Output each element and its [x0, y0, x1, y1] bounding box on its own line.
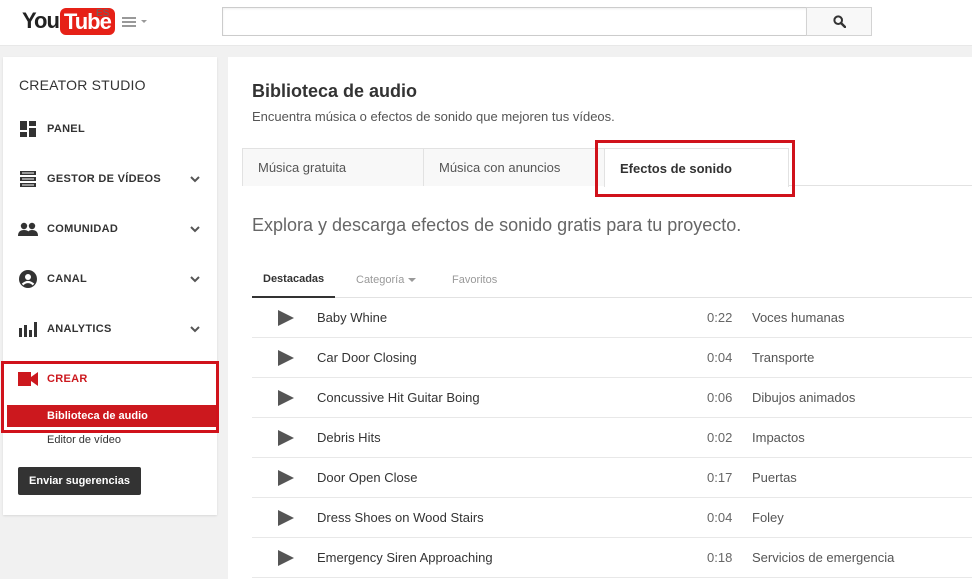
send-feedback-button[interactable]: Enviar sugerencias [18, 467, 141, 495]
guide-menu-button[interactable] [122, 14, 148, 30]
track-category: Impactos [752, 430, 805, 445]
country-code: ES [96, 8, 110, 19]
subtab-category[interactable]: Categoría [356, 261, 417, 298]
track-duration: 0:17 [707, 470, 733, 485]
community-icon [18, 219, 38, 239]
track-duration: 0:04 [707, 350, 733, 365]
list-item[interactable]: Baby Whine 0:22 Voces humanas [252, 298, 972, 338]
audio-library-tabs: Música gratuita Música con anuncios Efec… [242, 148, 972, 187]
sidebar-subitem-label: Biblioteca de audio [47, 410, 148, 422]
track-duration: 0:18 [707, 550, 733, 565]
search-icon [832, 15, 846, 28]
sidebar-item-channel[interactable]: CANAL [3, 264, 217, 294]
sidebar-item-video-manager[interactable]: GESTOR DE VÍDEOS [3, 164, 217, 194]
list-item[interactable]: Door Open Close 0:17 Puertas [252, 458, 972, 498]
play-icon[interactable] [278, 310, 294, 326]
analytics-icon [18, 319, 38, 339]
subtab-favorites[interactable]: Favoritos [452, 261, 497, 298]
chevron-down-icon[interactable] [189, 223, 201, 235]
camera-icon [18, 369, 38, 389]
sidebar-subitem-audio-library[interactable]: Biblioteca de audio [7, 405, 217, 427]
tab-free-music[interactable]: Música gratuita [242, 148, 424, 186]
sidebar-item-panel[interactable]: PANEL [3, 114, 217, 144]
subtab-category-label: Categoría [356, 273, 405, 286]
track-duration: 0:06 [707, 390, 733, 405]
list-item[interactable]: Concussive Hit Guitar Boing 0:06 Dibujos… [252, 378, 972, 418]
list-item[interactable]: Car Door Closing 0:04 Transporte [252, 338, 972, 378]
track-category: Voces humanas [752, 310, 845, 325]
list-item[interactable]: Debris Hits 0:02 Impactos [252, 418, 972, 458]
caret-down-icon [141, 20, 147, 23]
sidebar-item-create[interactable]: CREAR [3, 364, 217, 394]
search-input[interactable] [222, 7, 807, 36]
sound-effects-list: Baby Whine 0:22 Voces humanas Car Door C… [252, 298, 972, 578]
sidebar-item-label: ANALYTICS [47, 323, 112, 335]
list-item[interactable]: Emergency Siren Approaching 0:18 Servici… [252, 538, 972, 578]
sidebar-item-label: PANEL [47, 123, 85, 135]
creator-studio-title[interactable]: CREATOR STUDIO [19, 77, 146, 93]
sidebar-item-label: GESTOR DE VÍDEOS [47, 173, 162, 185]
sidebar-subitem-video-editor[interactable]: Editor de vídeo [7, 429, 217, 451]
track-title: Debris Hits [317, 430, 381, 445]
logo-you-text: You [22, 8, 60, 33]
filter-subtabs: Destacadas Categoría Favoritos [252, 261, 972, 298]
sidebar-item-label: COMUNIDAD [47, 223, 119, 235]
track-title: Baby Whine [317, 310, 388, 325]
play-icon[interactable] [278, 510, 294, 526]
sidebar-item-label: CANAL [47, 273, 87, 285]
page-title: Biblioteca de audio [252, 81, 418, 101]
play-icon[interactable] [278, 350, 294, 366]
track-title: Dress Shoes on Wood Stairs [317, 510, 484, 525]
track-duration: 0:04 [707, 510, 733, 525]
video-manager-icon [18, 169, 38, 189]
play-icon[interactable] [278, 390, 294, 406]
sidebar-item-label: CREAR [47, 373, 88, 385]
creator-studio-sidebar: CREATOR STUDIO PANEL GESTOR DE VÍDEOS CO… [3, 57, 217, 515]
track-title: Concussive Hit Guitar Boing [317, 390, 480, 405]
channel-icon [18, 269, 38, 289]
track-duration: 0:22 [707, 310, 733, 325]
sidebar-item-analytics[interactable]: ANALYTICS [3, 314, 217, 344]
track-duration: 0:02 [707, 430, 733, 445]
track-category: Foley [752, 510, 784, 525]
chevron-down-icon[interactable] [189, 323, 201, 335]
chevron-down-icon[interactable] [189, 173, 201, 185]
track-category: Dibujos animados [752, 390, 856, 405]
search-button[interactable] [806, 7, 872, 36]
sidebar-subitem-label: Editor de vídeo [47, 434, 121, 446]
dashboard-icon [18, 119, 38, 139]
section-headline: Explora y descarga efectos de sonido gra… [252, 215, 742, 235]
masthead: You Tube ES [0, 0, 972, 46]
track-category: Servicios de emergencia [752, 550, 895, 565]
play-icon[interactable] [278, 550, 294, 566]
track-title: Door Open Close [317, 470, 418, 485]
list-item[interactable]: Dress Shoes on Wood Stairs 0:04 Foley [252, 498, 972, 538]
caret-down-icon [408, 277, 417, 282]
subtab-featured[interactable]: Destacadas [252, 261, 336, 298]
page-subtitle: Encuentra música o efectos de sonido que… [252, 109, 615, 124]
play-icon[interactable] [278, 470, 294, 486]
main-content: Biblioteca de audio Encuentra música o e… [228, 57, 972, 579]
track-title: Car Door Closing [317, 350, 417, 365]
track-category: Puertas [752, 470, 797, 485]
chevron-down-icon[interactable] [189, 273, 201, 285]
sidebar-item-community[interactable]: COMUNIDAD [3, 214, 217, 244]
track-category: Transporte [752, 350, 815, 365]
tab-sound-effects[interactable]: Efectos de sonido [604, 148, 789, 187]
play-icon[interactable] [278, 430, 294, 446]
tab-ad-supported-music[interactable]: Música con anuncios [423, 148, 605, 186]
track-title: Emergency Siren Approaching [317, 550, 493, 565]
